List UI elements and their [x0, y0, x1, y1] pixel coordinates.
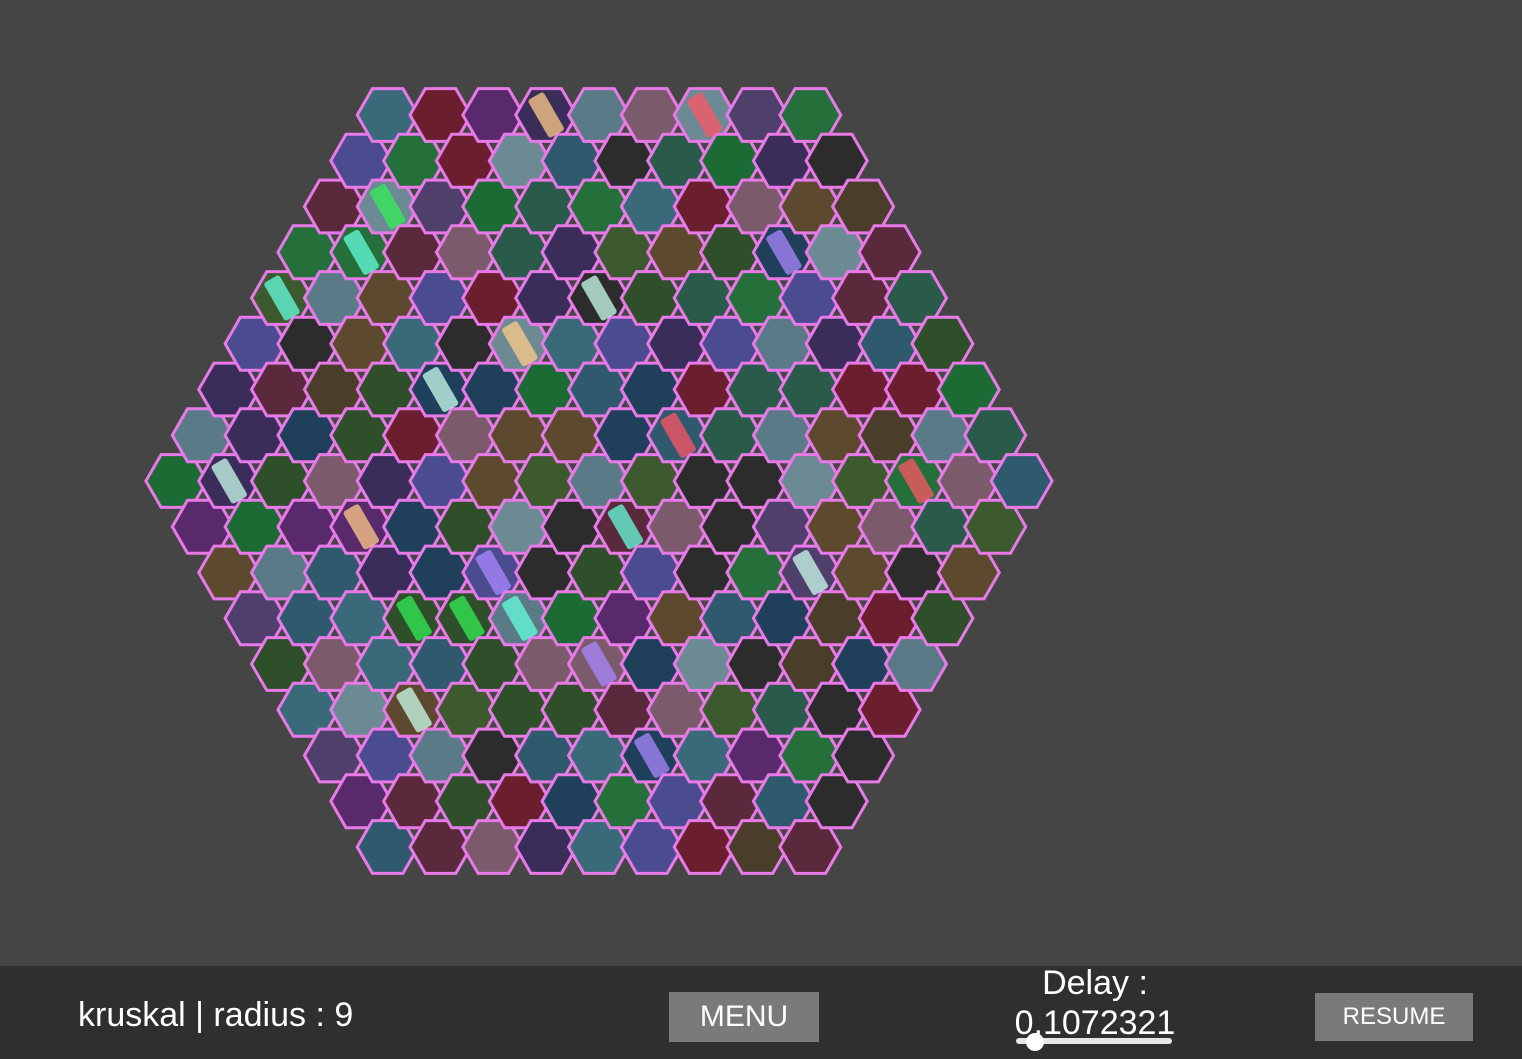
delay-label: Delay : — [1042, 964, 1148, 1002]
maze-cell — [989, 453, 1054, 509]
hex-maze-grid — [144, 87, 1054, 875]
menu-button[interactable]: MENU — [669, 992, 819, 1042]
algorithm-status-label: kruskal | radius : 9 — [78, 996, 354, 1034]
maze-view — [0, 0, 1522, 966]
bottom-bar: kruskal | radius : 9 MENU Delay : 0,1072… — [0, 966, 1522, 1059]
resume-button[interactable]: RESUME — [1315, 993, 1473, 1041]
delay-slider-handle[interactable] — [1025, 1033, 1044, 1051]
